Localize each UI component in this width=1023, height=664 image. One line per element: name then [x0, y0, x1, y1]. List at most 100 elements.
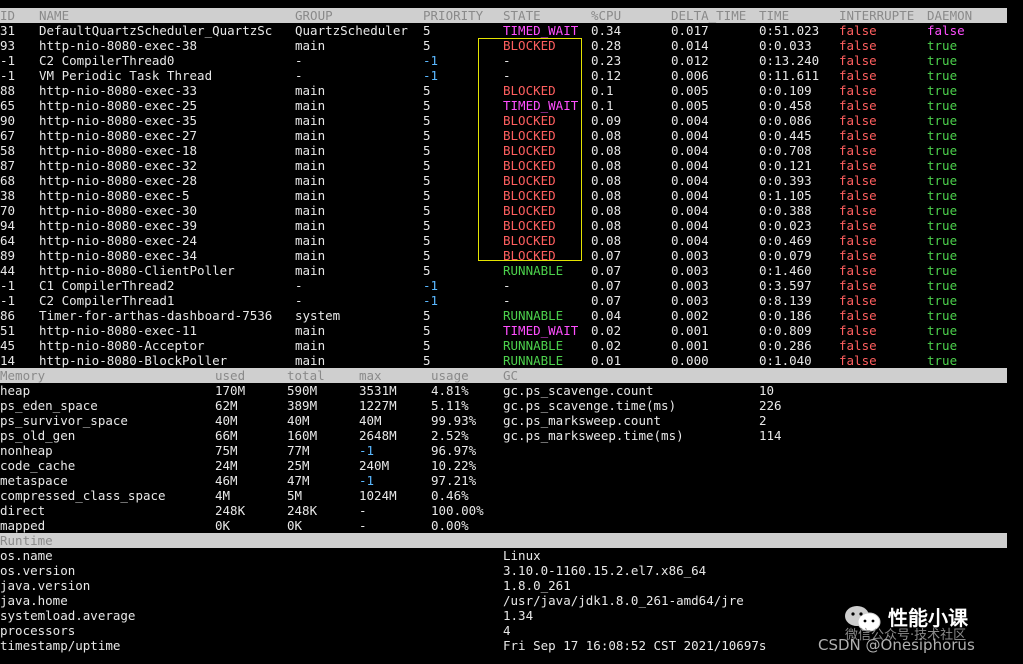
- memory-max: -1: [359, 443, 375, 458]
- memory-usage: 5.11%: [431, 398, 469, 413]
- memory-used: 24M: [215, 458, 238, 473]
- memory-used: 248K: [215, 503, 246, 518]
- memory-pool-name: compressed_class_space: [0, 488, 166, 503]
- thread-daemon: false: [927, 23, 965, 38]
- thread-name: C2 CompilerThread0: [39, 53, 175, 68]
- thread-interrupted: false: [839, 98, 877, 113]
- thread-id: 90: [0, 113, 16, 128]
- gc-metric-value: 226: [759, 398, 782, 413]
- blocked-highlight-frame: [478, 38, 582, 261]
- thread-time: 0:0.286: [759, 338, 812, 353]
- thread-col-header: ID: [0, 8, 16, 23]
- thread-id: 14: [0, 353, 16, 368]
- memory-usage: 99.93%: [431, 413, 477, 428]
- memory-total: 47M: [287, 473, 310, 488]
- memory-pool-name: heap: [0, 383, 31, 398]
- runtime-key: java.home: [0, 593, 68, 608]
- memory-pool-name: ps_old_gen: [0, 428, 76, 443]
- thread-daemon: true: [927, 278, 958, 293]
- thread-id: 68: [0, 173, 16, 188]
- memory-total: 389M: [287, 398, 318, 413]
- memory-col-header: max: [359, 368, 382, 383]
- thread-time: 0:0.086: [759, 113, 812, 128]
- thread-priority: 5: [423, 188, 431, 203]
- thread-id: 67: [0, 128, 16, 143]
- thread-id: 70: [0, 203, 16, 218]
- thread-group: main: [295, 83, 326, 98]
- thread-state: RUNNABLE: [503, 308, 564, 323]
- thread-delta-time: 0.012: [671, 53, 709, 68]
- thread-delta-time: 0.017: [671, 23, 709, 38]
- thread-col-header: STATE: [503, 8, 541, 23]
- thread-interrupted: false: [839, 338, 877, 353]
- thread-name: http-nio-8080-exec-39: [39, 218, 198, 233]
- gc-metric-name: gc.ps_marksweep.time(ms): [503, 428, 684, 443]
- thread-priority: 5: [423, 128, 431, 143]
- thread-interrupted: false: [839, 218, 877, 233]
- thread-daemon: true: [927, 248, 958, 263]
- thread-delta-time: 0.002: [671, 308, 709, 323]
- thread-name: http-nio-8080-exec-38: [39, 38, 198, 53]
- thread-id: 58: [0, 143, 16, 158]
- memory-used: 40M: [215, 413, 238, 428]
- gc-metric-value: 2: [759, 413, 767, 428]
- thread-time: 0:0.033: [759, 38, 812, 53]
- memory-usage: 100.00%: [431, 503, 484, 518]
- memory-used: 62M: [215, 398, 238, 413]
- thread-priority: 5: [423, 143, 431, 158]
- memory-total: 160M: [287, 428, 318, 443]
- thread-cpu: 0.23: [591, 53, 622, 68]
- thread-delta-time: 0.004: [671, 233, 709, 248]
- thread-name: C2 CompilerThread1: [39, 293, 175, 308]
- thread-name: http-nio-8080-BlockPoller: [39, 353, 228, 368]
- thread-id: 44: [0, 263, 16, 278]
- memory-col-header: Memory: [0, 368, 46, 383]
- gc-metric-value: 114: [759, 428, 782, 443]
- thread-interrupted: false: [839, 128, 877, 143]
- thread-daemon: true: [927, 218, 958, 233]
- thread-priority: 5: [423, 263, 431, 278]
- thread-id: 65: [0, 98, 16, 113]
- thread-name: VM Periodic Task Thread: [39, 68, 213, 83]
- thread-group: main: [295, 38, 326, 53]
- thread-id: 31: [0, 23, 16, 38]
- thread-delta-time: 0.003: [671, 248, 709, 263]
- thread-daemon: true: [927, 158, 958, 173]
- thread-id: -1: [0, 278, 16, 293]
- thread-delta-time: 0.001: [671, 323, 709, 338]
- memory-max: -: [359, 518, 367, 533]
- thread-delta-time: 0.005: [671, 98, 709, 113]
- thread-time: 0:0.445: [759, 128, 812, 143]
- thread-priority: 5: [423, 113, 431, 128]
- thread-cpu: 0.08: [591, 143, 622, 158]
- thread-id: 86: [0, 308, 16, 323]
- memory-usage: 0.00%: [431, 518, 469, 533]
- memory-max: -1: [359, 473, 375, 488]
- thread-time: 0:0.186: [759, 308, 812, 323]
- gc-metric-name: gc.ps_scavenge.count: [503, 383, 654, 398]
- gc-metric-name: gc.ps_marksweep.count: [503, 413, 662, 428]
- thread-delta-time: 0.006: [671, 68, 709, 83]
- thread-col-header: DELTA_TIME: [671, 8, 747, 23]
- runtime-key: timestamp/uptime: [0, 638, 121, 653]
- thread-delta-time: 0.004: [671, 143, 709, 158]
- thread-cpu: 0.07: [591, 248, 622, 263]
- memory-total: 248K: [287, 503, 318, 518]
- thread-cpu: 0.08: [591, 188, 622, 203]
- memory-pool-name: mapped: [0, 518, 46, 533]
- memory-total: 590M: [287, 383, 318, 398]
- thread-priority: -1: [423, 293, 439, 308]
- thread-interrupted: false: [839, 83, 877, 98]
- thread-daemon: true: [927, 98, 958, 113]
- memory-pool-name: ps_survivor_space: [0, 413, 128, 428]
- thread-priority: 5: [423, 203, 431, 218]
- thread-daemon: true: [927, 353, 958, 368]
- thread-cpu: 0.08: [591, 128, 622, 143]
- thread-daemon: true: [927, 293, 958, 308]
- thread-time: 0:1.460: [759, 263, 812, 278]
- thread-daemon: true: [927, 203, 958, 218]
- thread-cpu: 0.09: [591, 113, 622, 128]
- thread-cpu: 0.08: [591, 158, 622, 173]
- thread-priority: 5: [423, 158, 431, 173]
- thread-interrupted: false: [839, 158, 877, 173]
